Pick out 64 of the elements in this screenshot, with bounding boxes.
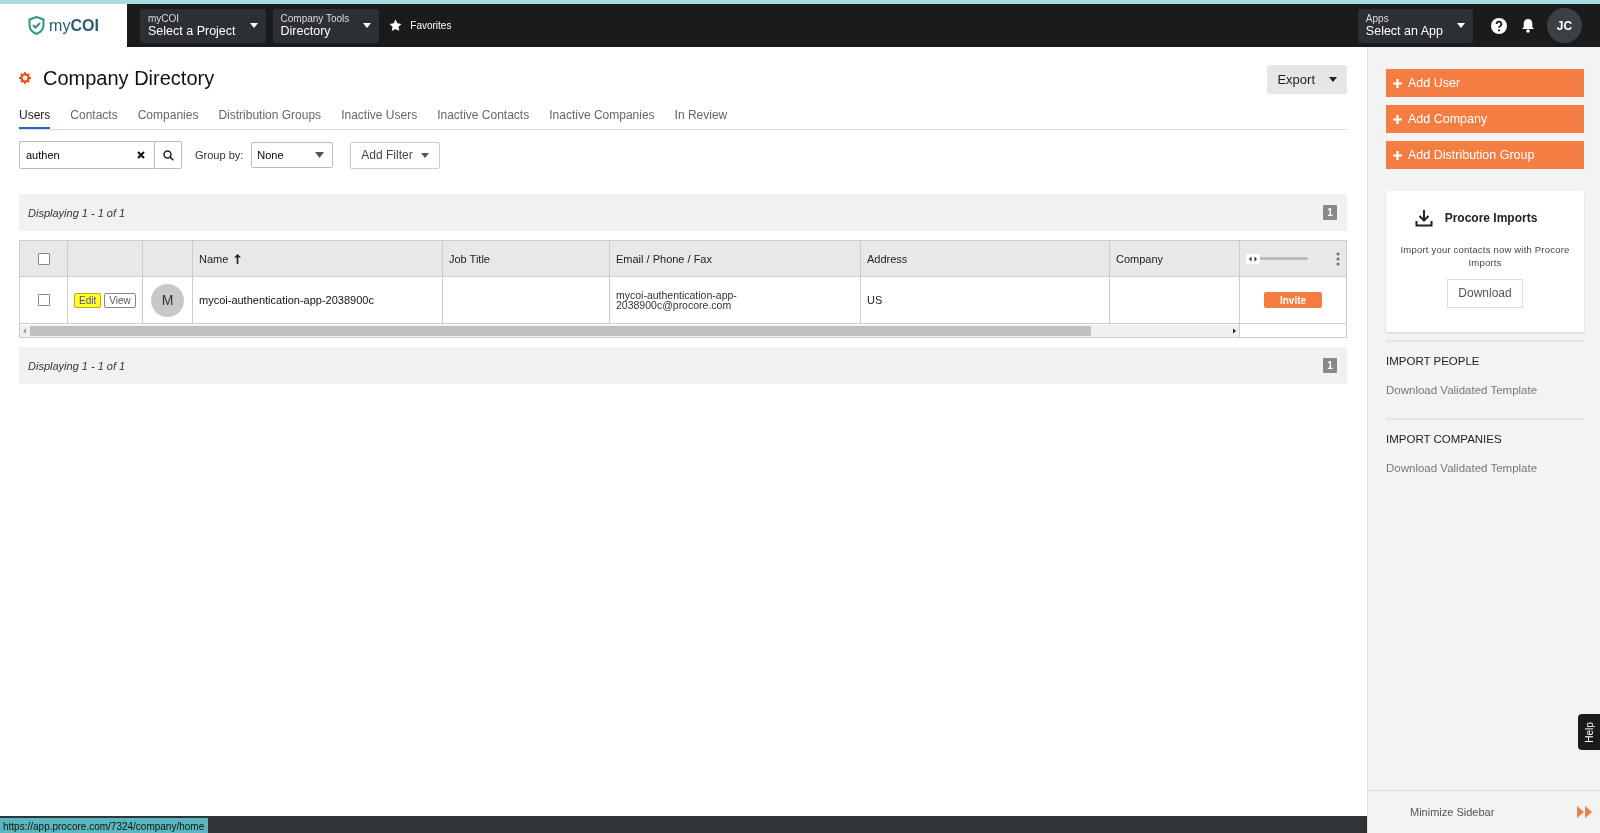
display-count: Displaying 1 - 1 of 1 bbox=[28, 359, 126, 372]
table-cell-text: US bbox=[867, 294, 884, 306]
shield-icon bbox=[28, 16, 46, 35]
tab[interactable]: Distribution Groups bbox=[218, 107, 322, 129]
clear-icon[interactable] bbox=[137, 151, 145, 159]
tab[interactable]: Companies bbox=[137, 107, 199, 129]
edit-button[interactable]: Edit bbox=[74, 292, 102, 308]
table-cell-text: mycoi-authentication-app-2038900c@procore.com bbox=[616, 289, 738, 311]
favorites-link[interactable]: Favorites bbox=[389, 19, 452, 32]
user-avatar: M bbox=[151, 283, 184, 317]
section-heading: IMPORT PEOPLE bbox=[1386, 354, 1481, 367]
caret-icon bbox=[363, 23, 372, 28]
view-button[interactable]: View bbox=[104, 292, 136, 308]
user-avatar[interactable]: JC bbox=[1547, 8, 1582, 43]
tab[interactable]: In Review bbox=[674, 107, 728, 129]
template-link[interactable]: Download Validated Template bbox=[1386, 461, 1538, 474]
gear-icon bbox=[19, 72, 31, 84]
tab[interactable]: Inactive Users bbox=[341, 107, 418, 129]
plus-icon bbox=[1393, 150, 1402, 160]
row-checkbox[interactable] bbox=[37, 294, 50, 306]
search-button[interactable] bbox=[155, 141, 182, 169]
caret-icon bbox=[1457, 23, 1465, 28]
tab[interactable]: Users bbox=[19, 107, 51, 129]
minimize-sidebar-bar[interactable]: Minimize Sidebar bbox=[1368, 790, 1600, 833]
group-by-label: Group by: bbox=[195, 149, 244, 161]
caret-icon bbox=[420, 152, 429, 158]
card-text: Import your contacts now with Procore Imports bbox=[1399, 243, 1571, 270]
download-icon bbox=[1414, 209, 1433, 227]
section-heading: IMPORT COMPANIES bbox=[1386, 432, 1503, 445]
page-number[interactable]: 1 bbox=[1323, 358, 1337, 373]
plus-icon bbox=[1393, 78, 1402, 88]
export-button[interactable]: Export bbox=[1267, 64, 1347, 94]
tab[interactable]: Contacts bbox=[70, 107, 118, 129]
add-filter-button[interactable]: Add Filter bbox=[350, 141, 440, 169]
logo-text: myCOI bbox=[49, 16, 99, 35]
select-all-checkbox[interactable] bbox=[37, 252, 50, 265]
tab[interactable]: Inactive Companies bbox=[549, 107, 655, 129]
page-number[interactable]: 1 bbox=[1323, 205, 1337, 220]
tab[interactable]: Inactive Contacts bbox=[437, 107, 530, 129]
download-button[interactable]: Download bbox=[1447, 278, 1523, 308]
template-link[interactable]: Download Validated Template bbox=[1386, 383, 1538, 396]
logo[interactable]: myCOI bbox=[0, 4, 127, 47]
caret-icon bbox=[249, 23, 258, 28]
more-icon[interactable] bbox=[1336, 251, 1340, 266]
table-cell-text: mycoi-authentication-app-2038900c bbox=[199, 294, 375, 306]
help-tab[interactable]: Help bbox=[1578, 714, 1600, 750]
bell-icon[interactable] bbox=[1521, 18, 1535, 33]
help-icon[interactable] bbox=[1491, 17, 1507, 34]
scrollbar-thumb[interactable] bbox=[30, 325, 1091, 336]
star-icon bbox=[389, 19, 403, 32]
caret-icon bbox=[1329, 76, 1337, 82]
search-field[interactable]: authen bbox=[19, 141, 155, 169]
group-by-select[interactable]: None bbox=[251, 142, 334, 168]
caret-icon bbox=[315, 152, 325, 158]
project-menu[interactable]: myCOI Select a Project bbox=[140, 8, 266, 43]
double-arrow-icon bbox=[1577, 806, 1592, 818]
status-url: https://app.procore.com/7324/company/home bbox=[0, 818, 209, 833]
apps-menu[interactable]: Apps Select an App bbox=[1357, 8, 1473, 43]
card-title: Procore Imports bbox=[1444, 211, 1538, 225]
page-title: Company Directory bbox=[43, 66, 216, 90]
display-count: Displaying 1 - 1 of 1 bbox=[28, 206, 126, 219]
search-icon[interactable] bbox=[162, 149, 174, 161]
project-menu[interactable]: Company Tools Directory bbox=[272, 8, 380, 43]
plus-icon bbox=[1393, 114, 1402, 124]
